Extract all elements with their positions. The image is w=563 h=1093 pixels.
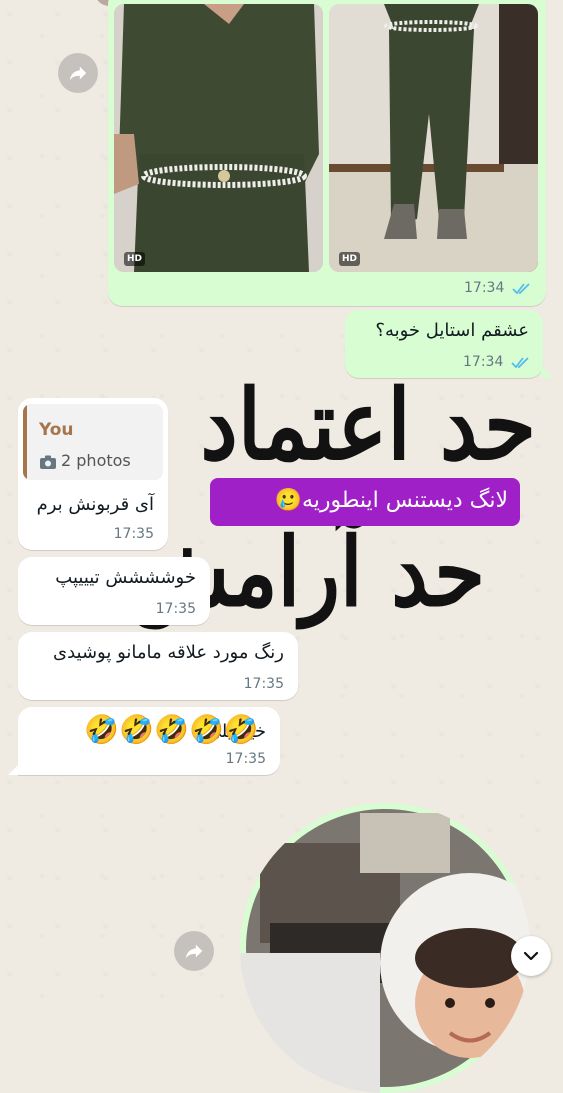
album-photo-right[interactable]: HD bbox=[329, 4, 538, 272]
forward-arrow-icon bbox=[69, 66, 87, 81]
quote-author: You bbox=[39, 420, 74, 440]
message-time: 17:34 bbox=[464, 280, 505, 296]
read-ticks-icon bbox=[512, 283, 530, 295]
photo-right-image bbox=[329, 4, 538, 272]
laughing-emoji-row: 🤣🤣🤣🤣🤣 bbox=[84, 713, 260, 746]
quoted-message[interactable]: You 2 photos bbox=[23, 404, 163, 480]
quote-bar bbox=[23, 404, 27, 480]
incoming-text-message[interactable]: خیییییلی🤣🤣🤣🤣🤣 17:35 bbox=[18, 707, 280, 775]
photo-left-image bbox=[114, 4, 323, 272]
hd-badge-right: HD bbox=[339, 252, 361, 266]
scroll-down-button[interactable] bbox=[511, 936, 551, 976]
round-video-message[interactable] bbox=[240, 803, 530, 1093]
message-text: عشقم استایل خوبه؟ bbox=[375, 320, 529, 341]
incoming-reply-message[interactable]: You 2 photos آی قربونش برم 17:35 bbox=[18, 398, 168, 550]
chevron-down-icon bbox=[523, 951, 539, 961]
forward-button[interactable] bbox=[174, 931, 214, 971]
bubble-tail bbox=[541, 366, 553, 378]
bubble-tail bbox=[8, 763, 20, 775]
camera-icon bbox=[40, 455, 56, 469]
message-time: 17:35 bbox=[225, 751, 266, 767]
photo-album-message[interactable]: HD HD 17:34 bbox=[108, 0, 546, 306]
caption-text: لانگ دیستنس اینطوریه🥲 bbox=[274, 488, 508, 513]
message-text: خوشششش تیییپپ bbox=[55, 567, 196, 588]
message-time: 17:35 bbox=[243, 676, 284, 692]
message-text: رنگ مورد علاقه مامانو پوشیدی bbox=[52, 642, 284, 663]
message-text: آی قربونش برم bbox=[36, 494, 154, 515]
hd-badge-left: HD bbox=[124, 252, 146, 266]
quote-media: 2 photos bbox=[61, 451, 131, 470]
sticker-line-1: حد اعتماد bbox=[200, 367, 536, 482]
forward-button[interactable] bbox=[58, 53, 98, 93]
message-time: 17:35 bbox=[113, 526, 154, 542]
incoming-text-message[interactable]: خوشششش تیییپپ 17:35 bbox=[18, 557, 210, 625]
forward-arrow-icon bbox=[185, 944, 203, 959]
album-photo-left[interactable]: HD bbox=[114, 4, 323, 272]
message-time: 17:35 bbox=[155, 601, 196, 617]
video-thumbnail bbox=[240, 809, 530, 1093]
incoming-text-message[interactable]: رنگ مورد علاقه مامانو پوشیدی 17:35 bbox=[18, 632, 298, 700]
message-text-container: خیییییلی🤣🤣🤣🤣🤣 bbox=[84, 711, 266, 746]
sticker-caption: لانگ دیستنس اینطوریه🥲 bbox=[210, 478, 520, 526]
